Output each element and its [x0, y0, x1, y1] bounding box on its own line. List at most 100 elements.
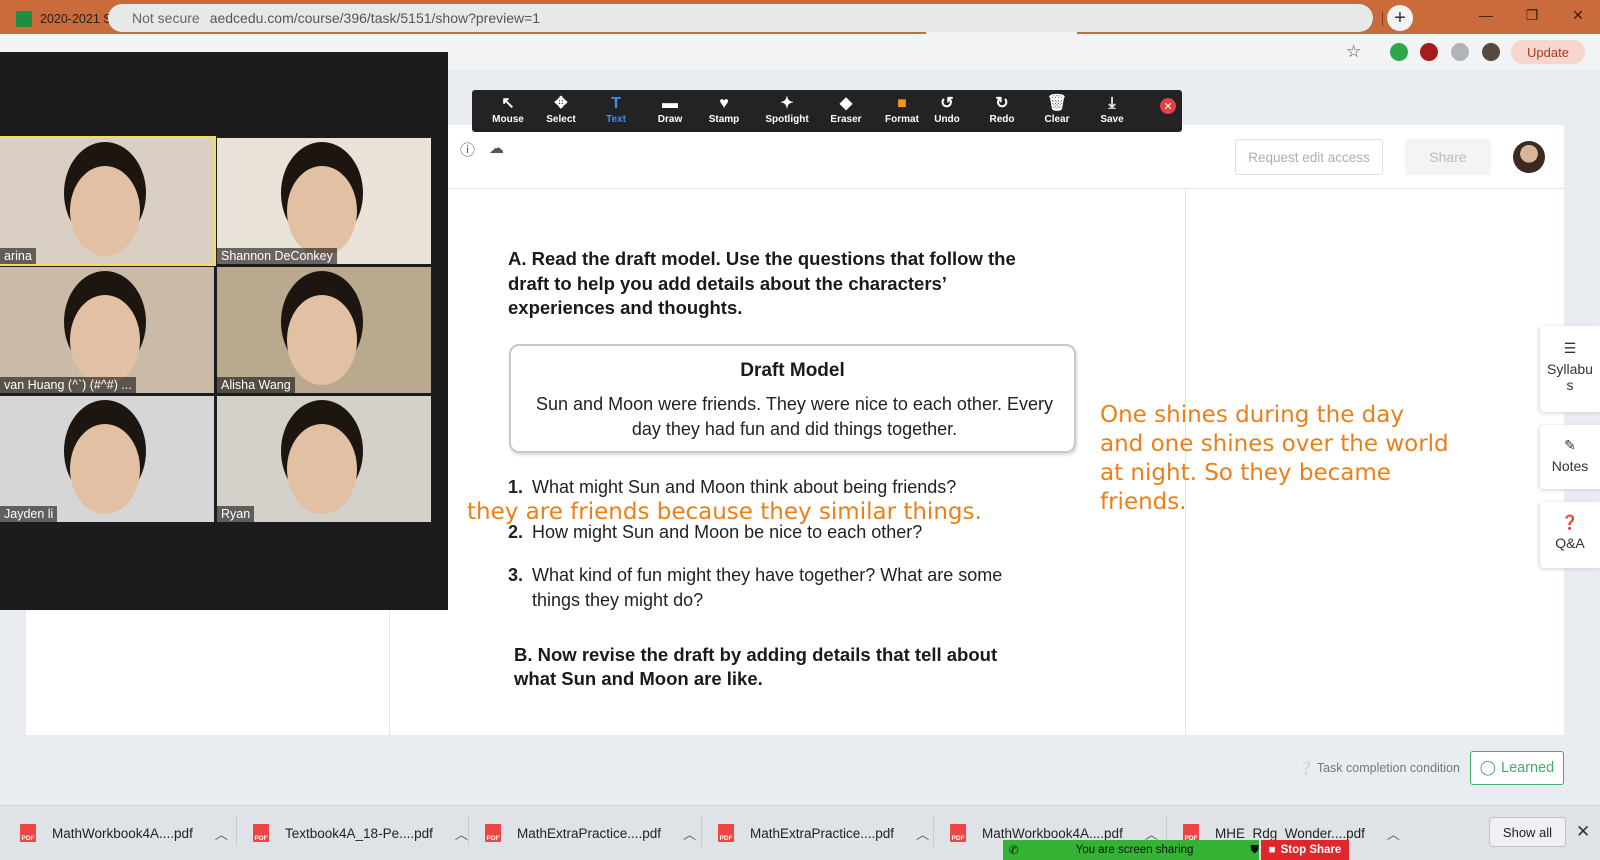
draft-model-title: Draft Model: [740, 360, 845, 381]
download-filename: MathExtraPractice....pdf: [750, 825, 895, 841]
download-separator: [701, 816, 702, 846]
bookmark-star-icon[interactable]: ☆: [1346, 42, 1361, 62]
pdf-file-icon: PDF: [20, 824, 36, 842]
sheets-icon: [16, 11, 32, 27]
tool-label: Draw: [657, 114, 683, 125]
download-separator: [236, 816, 237, 846]
syllabus-button[interactable]: ☰ Syllabu s: [1540, 326, 1600, 412]
participant-tile[interactable]: van Huang (^`) (#^#) ...: [0, 267, 214, 393]
chevron-up-icon[interactable]: ︿: [683, 824, 696, 843]
download-item[interactable]: PDF MathExtraPractice....pdf ︿: [718, 819, 929, 847]
tool-draw-button[interactable]: ▬ Draw: [643, 94, 697, 125]
participant-tile[interactable]: Shannon DeConkey: [217, 138, 431, 264]
annotation-side[interactable]: One shines during the day and one shines…: [1100, 401, 1449, 517]
chevron-up-icon[interactable]: ︿: [215, 824, 228, 843]
download-filename: Textbook4A_18-Pe....pdf: [285, 825, 433, 841]
new-tab-button[interactable]: +: [1387, 5, 1413, 31]
tool-label: Spotlight: [765, 114, 809, 125]
tool-clear-button[interactable]: 🗑 Clear: [1030, 94, 1084, 125]
learned-button[interactable]: ◯ Learned: [1470, 751, 1564, 785]
tool-label: Text: [606, 114, 626, 125]
eraser-icon: ◆: [839, 95, 853, 112]
pdf-file-icon: PDF: [718, 824, 734, 842]
download-item[interactable]: PDF MathExtraPractice....pdf ︿: [485, 819, 696, 847]
shield-icon: ⛊: [1250, 843, 1259, 856]
window-close-button[interactable]: ✕: [1555, 0, 1600, 30]
phone-icon: ✆: [1009, 845, 1019, 857]
tool-eraser-button[interactable]: ◆ Eraser: [819, 94, 873, 125]
download-item[interactable]: PDF Textbook4A_18-Pe....pdf ︿: [253, 819, 468, 847]
section-a-heading: A. Read the draft model. Use the questio…: [508, 248, 1016, 318]
question-3: 3. What kind of fun might they have toget…: [508, 565, 1003, 585]
pdf-file-icon: PDF: [485, 824, 501, 842]
stop-square-icon: ■: [1268, 844, 1276, 856]
participant-name: van Huang (^`) (#^#) ...: [0, 377, 136, 393]
chevron-up-icon[interactable]: ︿: [916, 824, 929, 843]
pdf-file-icon: PDF: [253, 824, 269, 842]
participant-video: [287, 295, 357, 385]
tool-redo-button[interactable]: ↻ Redo: [975, 94, 1029, 125]
redo-icon: ↻: [995, 95, 1009, 112]
security-label: Not secure: [132, 10, 200, 26]
user-avatar[interactable]: [1513, 141, 1545, 173]
tool-undo-button[interactable]: ↺ Undo: [920, 94, 974, 125]
downloads-close-icon[interactable]: ✕: [1576, 822, 1590, 842]
draft-model-body: Sun and Moon were friends. They were nic…: [536, 394, 1053, 439]
participant-video: [70, 424, 140, 514]
chevron-up-icon[interactable]: ︿: [455, 824, 468, 843]
zoom-gallery-window: arina Shannon DeConkey van Huang (^`) (#^#…: [0, 52, 448, 610]
download-item[interactable]: PDF MathWorkbook4A....pdf ︿: [20, 819, 228, 847]
minimize-button[interactable]: —: [1463, 0, 1509, 30]
download-separator: [933, 816, 934, 846]
task-completion-condition[interactable]: ❔ Task completion condition: [1298, 761, 1460, 776]
question-circle-icon: ❔: [1298, 761, 1314, 775]
screen-sharing-bar[interactable]: ✆ You are screen sharing ⛊: [1003, 840, 1259, 860]
qa-button[interactable]: ❓ Q&A: [1540, 502, 1600, 568]
question-1: 1. What might Sun and Moon think about be…: [508, 477, 957, 497]
tool-label: Stamp: [708, 114, 740, 125]
spotlight-icon: ✦: [780, 95, 794, 112]
extension-ublock-icon[interactable]: [1420, 43, 1438, 61]
tool-mouse-button[interactable]: ↖ Mouse: [481, 94, 535, 125]
select-move-icon: ✥: [554, 95, 568, 112]
address-bar[interactable]: Not secure aedcedu.com/course/396/task/5…: [108, 4, 1373, 32]
participant-name: Shannon DeConkey: [217, 248, 337, 264]
tool-save-button[interactable]: ⤓ Save: [1085, 94, 1139, 125]
info-icon[interactable]: ⓘ: [460, 139, 475, 160]
participant-name: Alisha Wang: [217, 377, 295, 393]
restore-button[interactable]: ❐: [1509, 0, 1555, 30]
participant-name: arina: [0, 248, 36, 264]
update-button[interactable]: Update: [1511, 40, 1585, 64]
participant-tile[interactable]: Jayden li: [0, 396, 214, 522]
participant-tile[interactable]: Alisha Wang: [217, 267, 431, 393]
participant-name: Ryan: [217, 506, 255, 522]
chevron-up-icon[interactable]: ︿: [1387, 824, 1400, 843]
tool-select-button[interactable]: ✥ Select: [534, 94, 588, 125]
tool-text-button[interactable]: T Text: [589, 94, 643, 125]
annotation-inline[interactable]: they are friends because they similar th…: [467, 498, 982, 527]
annotation-close-button[interactable]: ✕: [1160, 98, 1176, 114]
participant-tile[interactable]: arina: [0, 136, 216, 266]
profile-avatar[interactable]: [1482, 43, 1500, 61]
tool-label: Undo: [934, 114, 960, 125]
show-all-downloads-button[interactable]: Show all: [1489, 817, 1566, 847]
request-edit-access-button[interactable]: Request edit access: [1235, 139, 1383, 175]
participant-tile[interactable]: Ryan: [217, 396, 431, 522]
extension-green-icon[interactable]: [1390, 43, 1408, 61]
question-icon: ❓: [1561, 514, 1579, 530]
notes-button[interactable]: ✎ Notes: [1540, 425, 1600, 489]
tool-label: Save: [1100, 114, 1124, 125]
circle-icon: ◯: [1479, 760, 1496, 776]
tool-stamp-button[interactable]: ♥ Stamp: [697, 94, 751, 125]
extension-puzzle-icon[interactable]: [1451, 43, 1469, 61]
download-filename: MathWorkbook4A....pdf: [52, 825, 193, 841]
stop-share-button[interactable]: ■ Stop Share: [1261, 840, 1349, 860]
pencil-icon: ✎: [1564, 437, 1576, 453]
share-button[interactable]: Share: [1405, 139, 1491, 175]
tool-label: Format: [885, 114, 919, 125]
draw-icon: ▬: [662, 95, 678, 112]
participant-name: Jayden li: [0, 506, 58, 522]
tool-spotlight-button[interactable]: ✦ Spotlight: [760, 94, 814, 125]
participant-video: [287, 166, 357, 256]
download-separator: [468, 816, 469, 846]
